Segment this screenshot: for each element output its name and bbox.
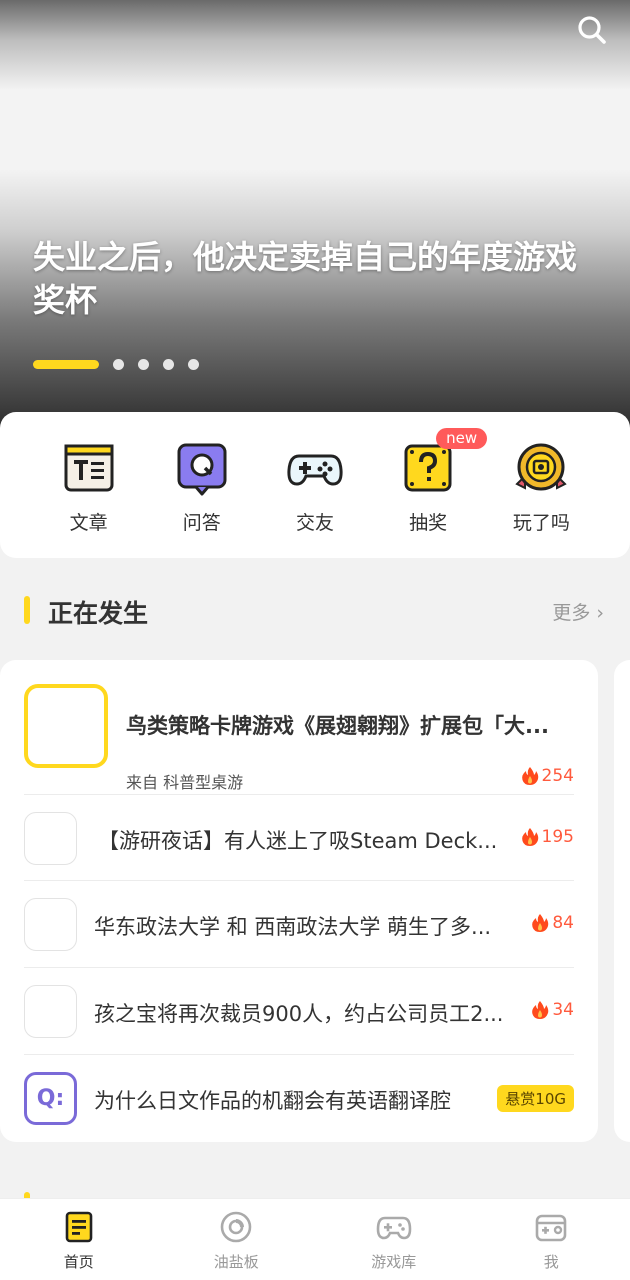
nav-board[interactable]: 油盐板 (158, 1199, 316, 1280)
divider (24, 794, 574, 795)
heat-count: 34 (531, 1000, 574, 1020)
home-icon (65, 1211, 93, 1243)
question-item[interactable]: Q: 为什么日文作品的机翻会有英语翻译腔 悬赏10G (24, 1072, 574, 1126)
quick-item-played[interactable]: 玩了吗 (493, 412, 589, 558)
quick-label: 抽奖 (409, 512, 448, 534)
divider (24, 1054, 574, 1055)
news-thumbnail (24, 898, 77, 951)
carousel-indicator (33, 358, 199, 370)
news-item[interactable]: 孩之宝将再次裁员900人，约占公司员工2... 34 (24, 985, 574, 1039)
heat-value: 195 (541, 827, 574, 847)
quick-label: 文章 (69, 512, 108, 534)
news-item[interactable]: 【游研夜话】有人迷上了吸Steam Deck... 195 (24, 812, 574, 866)
qa-icon (177, 443, 227, 496)
quick-item-qa[interactable]: 问答 (154, 412, 250, 558)
carousel-dot[interactable] (138, 358, 149, 370)
nav-label: 游戏库 (371, 1253, 417, 1271)
nav-home[interactable]: 首页 (0, 1199, 158, 1280)
featured-source: 来自 科普型桌游 (126, 773, 244, 792)
more-label: 更多 (552, 602, 591, 624)
question-title: 为什么日文作品的机翻会有英语翻译腔 (94, 1089, 451, 1113)
played-icon (515, 443, 568, 491)
quick-label: 玩了吗 (512, 512, 570, 534)
heat-value: 34 (552, 1000, 574, 1020)
search-icon[interactable] (576, 14, 608, 46)
news-thumbnail (24, 985, 77, 1038)
news-card: 鸟类策略卡牌游戏《展翅翱翔》扩展包「大... 来自 科普型桌游 254 【游研夜… (0, 660, 598, 1142)
news-title: 华东政法大学 和 西南政法大学 萌生了多... (94, 915, 492, 939)
gamepad-icon (287, 454, 343, 486)
flame-icon (521, 767, 538, 785)
quick-label: 问答 (182, 512, 221, 534)
hero-title[interactable]: 失业之后，他决定卖掉自己的年度游戏奖杯 (33, 236, 593, 322)
divider (24, 880, 574, 881)
nav-label: 油盐板 (213, 1253, 259, 1271)
heat-count: 254 (521, 766, 574, 786)
game-library-icon (376, 1216, 412, 1240)
quick-item-article[interactable]: 文章 (41, 412, 137, 558)
profile-icon (535, 1214, 567, 1242)
board-icon (220, 1211, 252, 1243)
divider (24, 967, 574, 968)
news-item[interactable]: 华东政法大学 和 西南政法大学 萌生了多... 84 (24, 898, 574, 952)
carousel-dot[interactable] (188, 358, 199, 370)
flame-icon (532, 1001, 549, 1019)
featured-title: 鸟类策略卡牌游戏《展翅翱翔》扩展包「大... (126, 714, 549, 738)
quick-menu: 文章 问答 交友 new 抽奖 玩了吗 (0, 412, 630, 558)
reward-badge: 悬赏10G (497, 1085, 574, 1112)
chevron-right-icon: › (596, 602, 604, 624)
carousel-dot[interactable] (113, 358, 124, 370)
question-icon: Q: (24, 1072, 77, 1125)
nav-label: 我 (543, 1253, 559, 1271)
nav-label: 首页 (63, 1253, 94, 1271)
bottom-nav: 首页 油盐板 游戏库 我 (0, 1198, 630, 1280)
section-accent-bar (24, 596, 30, 624)
heat-count: 195 (521, 827, 574, 847)
nav-profile[interactable]: 我 (473, 1199, 630, 1280)
nav-game-library[interactable]: 游戏库 (315, 1199, 473, 1280)
featured-thumbnail (24, 684, 108, 768)
heat-count: 84 (531, 913, 574, 933)
featured-news-item[interactable]: 鸟类策略卡牌游戏《展翅翱翔》扩展包「大... 来自 科普型桌游 254 (24, 684, 574, 794)
news-thumbnail (24, 812, 77, 865)
flame-icon (521, 828, 538, 846)
quick-item-friends[interactable]: 交友 (267, 412, 363, 558)
news-title: 【游研夜话】有人迷上了吸Steam Deck... (98, 829, 498, 853)
quick-item-lottery[interactable]: new 抽奖 (380, 412, 488, 558)
news-title: 孩之宝将再次裁员900人，约占公司员工2... (94, 1002, 504, 1026)
hero-banner[interactable]: 失业之后，他决定卖掉自己的年度游戏奖杯 (0, 0, 630, 430)
question-icon-text: Q: (36, 1086, 65, 1111)
new-badge: new (436, 428, 488, 449)
section-title: 正在发生 (48, 599, 149, 628)
next-card-peek[interactable] (614, 660, 630, 1142)
article-icon (64, 444, 114, 492)
flame-icon (532, 914, 549, 932)
more-link[interactable]: 更多 › (552, 598, 604, 625)
heat-value: 84 (552, 913, 574, 933)
carousel-dot-active[interactable] (33, 359, 99, 369)
heat-value: 254 (541, 766, 574, 786)
quick-label: 交友 (295, 512, 334, 534)
carousel-dot[interactable] (163, 358, 174, 370)
section-header: 正在发生 更多 › (0, 588, 630, 636)
